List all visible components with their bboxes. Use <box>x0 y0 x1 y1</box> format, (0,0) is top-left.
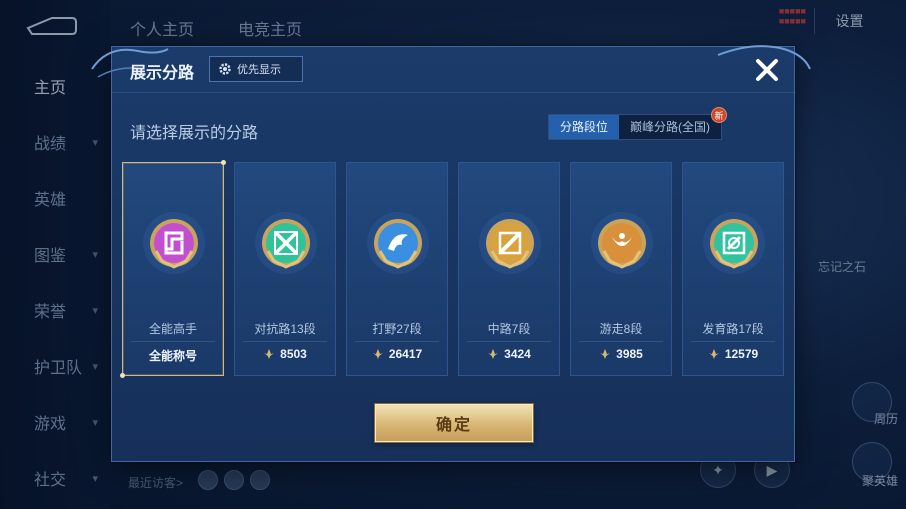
divider <box>355 341 439 342</box>
divider <box>467 341 551 342</box>
farm-lane-badge-icon <box>702 211 766 275</box>
lane-card-value-text: 3424 <box>504 347 531 361</box>
lane-card-value: 8503 <box>235 347 335 361</box>
lane-card-list: 全能高手 全能称号 对抗路13段 8503 打野27段 26417 中路7段 3424 游走8段… <box>120 160 784 378</box>
all-round-badge-icon <box>142 211 206 275</box>
lane-card-name: 全能高手 <box>148 322 197 336</box>
divider <box>691 341 775 342</box>
close-button[interactable] <box>752 55 782 85</box>
selection-prompt: 请选择展示的分路 <box>130 125 259 142</box>
lane-card-value: 26417 <box>347 347 447 361</box>
divider <box>243 341 327 342</box>
lane-card[interactable]: 全能高手 全能称号 <box>120 160 226 378</box>
tab-lane-rank[interactable]: 分路段位 <box>548 115 619 139</box>
lane-card-value-text: 全能称号 <box>148 349 197 363</box>
lane-card-value-text: 3985 <box>616 347 643 361</box>
roam-badge-icon <box>590 211 654 275</box>
lane-card[interactable]: 打野27段 26417 <box>346 162 448 376</box>
lane-card-value: 12579 <box>683 347 783 361</box>
divider <box>131 341 215 342</box>
divider <box>579 341 663 342</box>
lane-card[interactable]: 游走8段 3985 <box>570 162 672 376</box>
tab-peak-lane[interactable]: 巅峰分路(全国) 新 <box>619 107 727 139</box>
clash-lane-badge-icon <box>254 211 318 275</box>
priority-display-label: 优先显示 <box>237 64 281 76</box>
lane-card[interactable]: 发育路17段 12579 <box>682 162 784 376</box>
rank-points-icon <box>372 349 383 359</box>
lane-card-value-text: 12579 <box>724 347 759 361</box>
dialog-header: 展示分路 优先显示 <box>112 47 796 93</box>
lane-card-name: 打野27段 <box>372 322 422 336</box>
lane-card-name: 中路7段 <box>487 322 531 336</box>
lane-card[interactable]: 中路7段 3424 <box>458 162 560 376</box>
lane-card-name: 发育路17段 <box>702 322 764 336</box>
lane-card-name: 对抗路13段 <box>254 322 316 336</box>
lane-card-value-text: 26417 <box>388 347 423 361</box>
rank-points-icon <box>488 349 499 359</box>
gear-icon <box>219 63 231 75</box>
dialog-title: 展示分路 <box>130 65 195 82</box>
new-badge: 新 <box>711 107 727 123</box>
lane-card[interactable]: 对抗路13段 8503 <box>234 162 336 376</box>
lane-card-value: 3985 <box>571 347 671 361</box>
lane-card-value-text: 8503 <box>280 347 307 361</box>
priority-display-button[interactable]: 优先显示 <box>209 56 303 82</box>
close-icon <box>756 59 778 81</box>
lane-display-dialog: 展示分路 优先显示 请选择展示的分路 分路段位 巅峰分路(全国) 新 全能高手全… <box>91 45 811 462</box>
lane-card-value: 3424 <box>459 347 559 361</box>
tab-peak-lane-label: 巅峰分路(全国) <box>630 120 710 134</box>
mid-lane-badge-icon <box>478 211 542 275</box>
confirm-button[interactable]: 确定 <box>375 404 533 442</box>
lane-card-name: 游走8段 <box>599 322 643 336</box>
jungle-badge-icon <box>366 211 430 275</box>
lane-type-segmented-control: 分路段位 巅峰分路(全国) 新 <box>547 107 727 140</box>
rank-points-icon <box>708 349 719 359</box>
rank-points-icon <box>600 349 611 359</box>
lane-card-value: 全能称号 <box>123 347 223 364</box>
rank-points-icon <box>264 349 275 359</box>
